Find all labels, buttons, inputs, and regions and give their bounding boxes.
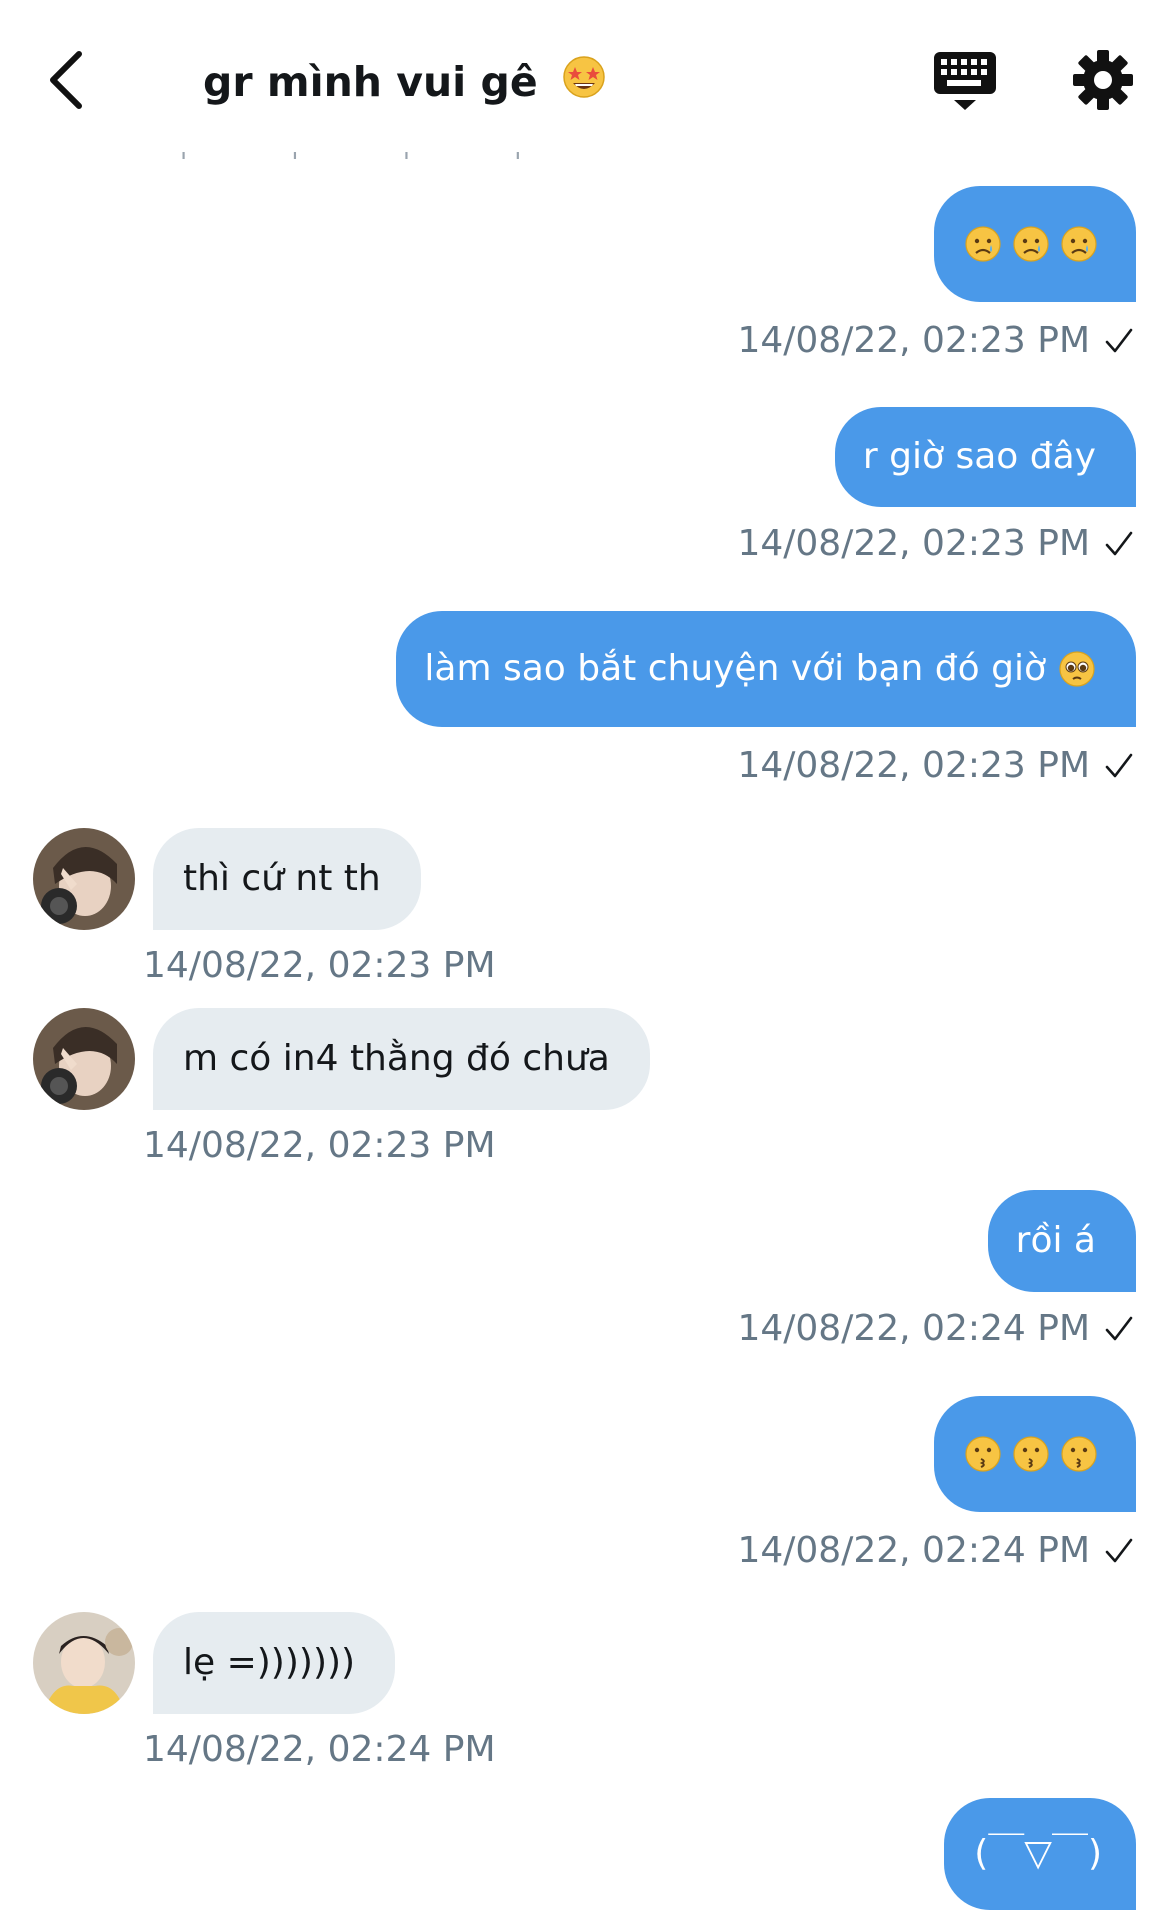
avatar[interactable] [33, 1008, 135, 1110]
message-timestamp: 14/08/22, 02:23 PM [737, 521, 1134, 567]
message-text: lẹ =))))))) [183, 1642, 356, 1683]
timestamp-text: 14/08/22, 02:23 PM [737, 745, 1090, 786]
message-outgoing: làm sao bắt chuyện với bạn đó giờ 14/08/… [396, 611, 1136, 789]
star-struck-emoji-icon [562, 55, 606, 115]
crying-face-icon [1061, 226, 1097, 262]
read-check-icon [1105, 753, 1133, 778]
timestamp-text: 14/08/22, 02:23 PM [737, 320, 1090, 361]
message-bubble[interactable]: r giờ sao đây [834, 407, 1136, 507]
message-timestamp: 14/08/22, 02:23 PM [737, 743, 1134, 789]
crying-face-icon [1013, 226, 1049, 262]
settings-button[interactable] [1068, 45, 1138, 115]
message-text: rồi á [1015, 1220, 1096, 1261]
crying-face-icon [965, 226, 1001, 262]
keyboard-button[interactable] [930, 48, 1000, 116]
message-outgoing: 14/08/22, 02:23 PM [737, 186, 1136, 364]
scroll-fade-dots: ' ' ' ' [180, 148, 570, 178]
message-bubble[interactable]: làm sao bắt chuyện với bạn đó giờ [396, 611, 1136, 727]
message-outgoing: rồi á 14/08/22, 02:24 PM [737, 1190, 1136, 1352]
message-timestamp: 14/08/22, 02:24 PM [737, 1306, 1134, 1352]
avatar-image [33, 1008, 135, 1110]
read-check-icon [1105, 531, 1133, 556]
avatar-image [33, 1612, 135, 1714]
avatar[interactable] [33, 828, 135, 930]
pleading-face-icon [1059, 651, 1095, 687]
chat-title-text: gr mình vui gê [203, 58, 538, 106]
message-text: m có in4 thằng đó chưa [183, 1038, 610, 1079]
emoji-group [964, 225, 1098, 263]
read-check-icon [1105, 1538, 1133, 1563]
message-outgoing: (￣▽￣) [944, 1798, 1136, 1910]
timestamp-text: 14/08/22, 02:24 PM [737, 1530, 1090, 1571]
message-bubble[interactable] [934, 1396, 1136, 1512]
message-timestamp: 14/08/22, 02:23 PM [143, 1125, 496, 1166]
back-button[interactable] [30, 40, 100, 120]
avatar[interactable] [33, 1612, 135, 1714]
message-text: (￣▽￣) [974, 1833, 1102, 1874]
message-bubble[interactable]: lẹ =))))))) [153, 1612, 396, 1714]
message-bubble[interactable]: thì cứ nt th [153, 828, 421, 930]
chat-title[interactable]: gr mình vui gê [203, 52, 606, 112]
read-check-icon [1105, 1316, 1133, 1341]
chat-header: gr mình vui gê ' ' ' ' [0, 0, 1166, 178]
avatar-image [33, 828, 135, 930]
message-text: làm sao bắt chuyện với bạn đó giờ [424, 648, 1046, 689]
timestamp-text: 14/08/22, 02:24 PM [737, 1308, 1090, 1349]
message-bubble[interactable]: (￣▽￣) [944, 1798, 1136, 1910]
message-text: r giờ sao đây [862, 436, 1096, 477]
message-outgoing: 14/08/22, 02:24 PM [737, 1396, 1136, 1574]
emoji-group [964, 1435, 1098, 1473]
keyboard-icon [934, 52, 996, 110]
kissing-face-icon [1061, 1436, 1097, 1472]
message-text: thì cứ nt th [183, 858, 381, 899]
message-timestamp: 14/08/22, 02:23 PM [737, 318, 1134, 364]
message-timestamp: 14/08/22, 02:24 PM [737, 1528, 1134, 1574]
message-bubble[interactable] [934, 186, 1136, 302]
timestamp-text: 14/08/22, 02:23 PM [737, 523, 1090, 564]
kissing-face-icon [965, 1436, 1001, 1472]
gear-icon [1073, 50, 1133, 110]
message-bubble[interactable]: rồi á [987, 1190, 1136, 1292]
message-timestamp: 14/08/22, 02:23 PM [143, 945, 496, 986]
message-list[interactable]: gr mình vui gê ' ' ' ' 14/08/22, 02:23 P… [0, 0, 1166, 1920]
read-check-icon [1105, 328, 1133, 353]
message-bubble[interactable]: m có in4 thằng đó chưa [153, 1008, 650, 1110]
kissing-face-icon [1013, 1436, 1049, 1472]
message-timestamp: 14/08/22, 02:24 PM [143, 1729, 496, 1770]
message-outgoing: r giờ sao đây 14/08/22, 02:23 PM [737, 407, 1136, 567]
chevron-left-icon [50, 51, 82, 109]
